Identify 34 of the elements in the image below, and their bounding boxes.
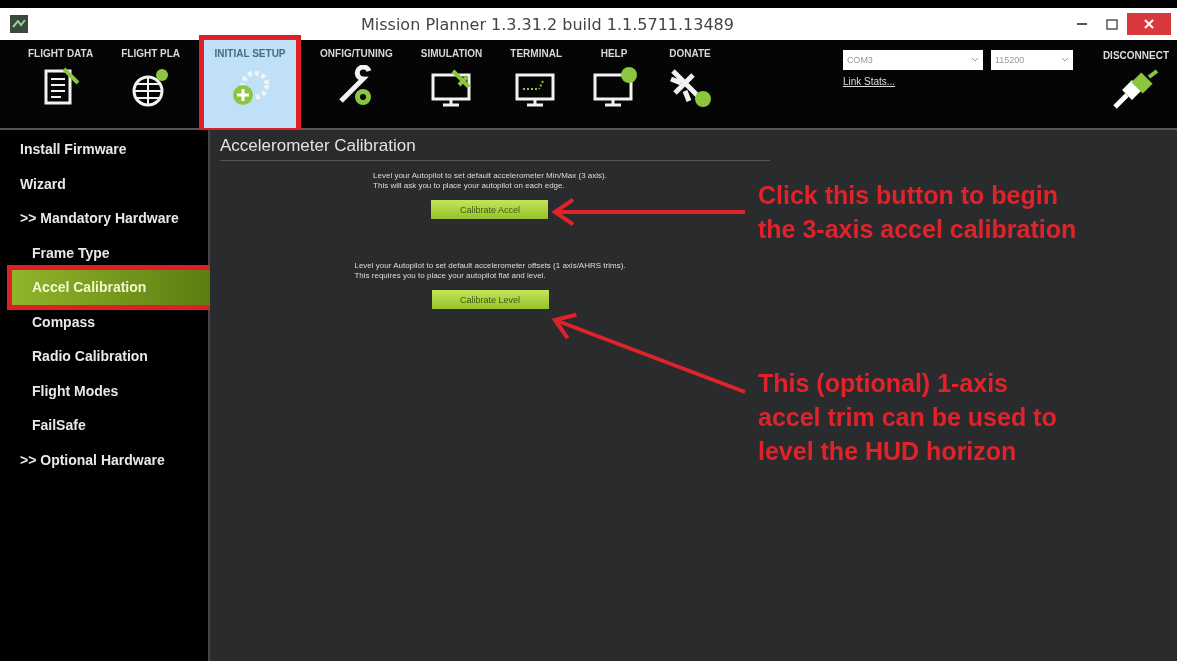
sidebar-item[interactable]: Wizard: [0, 166, 208, 201]
calibrate-button[interactable]: Calibrate Accel: [431, 200, 549, 219]
disconnect-button[interactable]: DISCONNECT: [1102, 50, 1169, 128]
instruction-text: Level your Autopilot to set default accelerometer Min/Max (3 axis). This will ask you to place your autopilot on each edge.: [373, 171, 607, 191]
toolbar-tab[interactable]: DONATE: [660, 40, 720, 128]
sidebar-item[interactable]: Radio Calibration: [0, 339, 208, 374]
toolbar-tab[interactable]: TERMINAL: [504, 40, 568, 128]
window-title: Mission Planner 1.3.31.2 build 1.1.5711.13489: [360, 14, 735, 34]
monitor-icon: [591, 65, 637, 109]
sidebar-item[interactable]: Install Firmware: [0, 132, 208, 167]
maximize-icon: [1106, 18, 1118, 30]
close-button[interactable]: [1127, 13, 1171, 35]
instruction-text: Level your Autopilot to set default accelerometer offsets (1 axis/AHRS trims). This requires you to place your autopilot flat and level.: [354, 261, 626, 281]
toolbar-tab[interactable]: FLIGHT DATA: [22, 40, 100, 128]
sidebar-item[interactable]: Compass: [0, 304, 208, 339]
sidebar-item[interactable]: >> Optional Hardware: [0, 442, 208, 477]
sidebar-item[interactable]: FailSafe: [0, 408, 208, 443]
sidebar-item[interactable]: >> Mandatory Hardware: [0, 201, 208, 236]
app-icon: [10, 15, 28, 33]
chevron-icon: [970, 57, 979, 63]
toolbar-tab[interactable]: ONFIG/TUNING: [314, 40, 399, 128]
annotation-text: This (optional) 1-axis accel trim can be used to level the HUD horizon: [758, 368, 1057, 467]
close-icon: [1144, 19, 1154, 29]
sidebar-item[interactable]: Flight Modes: [0, 373, 208, 408]
toolbar-tab[interactable]: FLIGHT PLA: [115, 40, 187, 128]
panel-title: Accelerometer Calibration: [220, 136, 770, 161]
calibrate-button[interactable]: Calibrate Level: [431, 290, 549, 309]
chevron-icon: [1060, 57, 1069, 63]
toolbar-tab[interactable]: SIMULATION: [414, 40, 489, 128]
sidebar-item[interactable]: Frame Type: [0, 235, 208, 270]
link-stats-link[interactable]: Link Stats...: [842, 76, 1073, 87]
toolbar-tab[interactable]: HELP: [584, 40, 644, 128]
minimize-icon: [1077, 22, 1087, 26]
annotation-text: Click this button to begin the 3-axis accel calibration: [758, 180, 1077, 245]
